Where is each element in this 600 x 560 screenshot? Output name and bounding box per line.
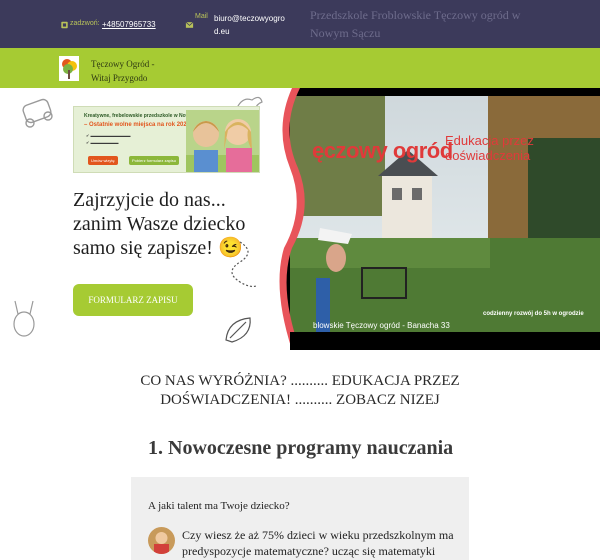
video-overlay-subtitle: Edukacja przez doświadczenia (445, 133, 534, 163)
promo-bullet-2: ✔ ▬▬▬▬▬▬▬ (86, 140, 119, 145)
feature-headline: CO NAS WYRÓŻNIA? .......... EDUKACJA PRZ… (140, 373, 460, 408)
section-title: 1. Nowoczesne programy nauczania (148, 437, 454, 459)
logo[interactable] (59, 56, 79, 81)
talent-text: Czy wiesz że aż 75% dzieci w wieku przed… (182, 528, 454, 558)
doodle-car-icon (22, 98, 53, 128)
nav-bar (0, 48, 600, 88)
promo-banner[interactable]: Kreatywne, frebelowskie przedszkole w No… (73, 106, 260, 173)
promo-visit-button[interactable]: Umów wizytę (88, 156, 118, 165)
doodle-bunny-icon (13, 300, 35, 337)
kids-photo (186, 110, 259, 172)
phone-icon (61, 21, 68, 29)
mail-label: Mail (195, 13, 208, 20)
doodle-leaf-icon (225, 317, 251, 343)
talent-question: A jaki talent ma Twoje dziecko? (148, 500, 290, 512)
promo-bullet-1: ✔ ▬▬▬▬▬▬▬▬▬▬ (86, 133, 131, 138)
promo-form-button[interactable]: Pobierz formularz zapisu (129, 156, 180, 165)
video-caption-garden: codzienny rozwój do 5h w ogrodzie (483, 311, 584, 317)
hero-title: Zajrzyjcie do nas... zanim Wasze dziecko… (73, 189, 246, 259)
brand-line-1: Tęczowy Ogród - (91, 59, 155, 69)
child-avatar (148, 527, 175, 554)
mail-icon (185, 21, 194, 28)
mail-link[interactable]: biuro@teczowyogrod.eu (214, 12, 290, 38)
phone-label: zadzwoń: (70, 20, 100, 27)
phone-link[interactable]: +48507965733 (102, 20, 156, 29)
brand-name[interactable]: Tęczowy Ogród - Witaj Przygodo (91, 57, 154, 85)
video-overlay-title: ęczowy ogród (312, 138, 453, 163)
signup-form-button[interactable]: FORMULARZ ZAPISU (73, 284, 193, 316)
video-caption: blowskie Tęczowy ogród - Banacha 33 (313, 321, 450, 330)
brand-line-2: Witaj Przygodo (91, 73, 148, 83)
site-title: Przedszkole Froblowskie Tęczowy ogród w … (310, 8, 521, 40)
